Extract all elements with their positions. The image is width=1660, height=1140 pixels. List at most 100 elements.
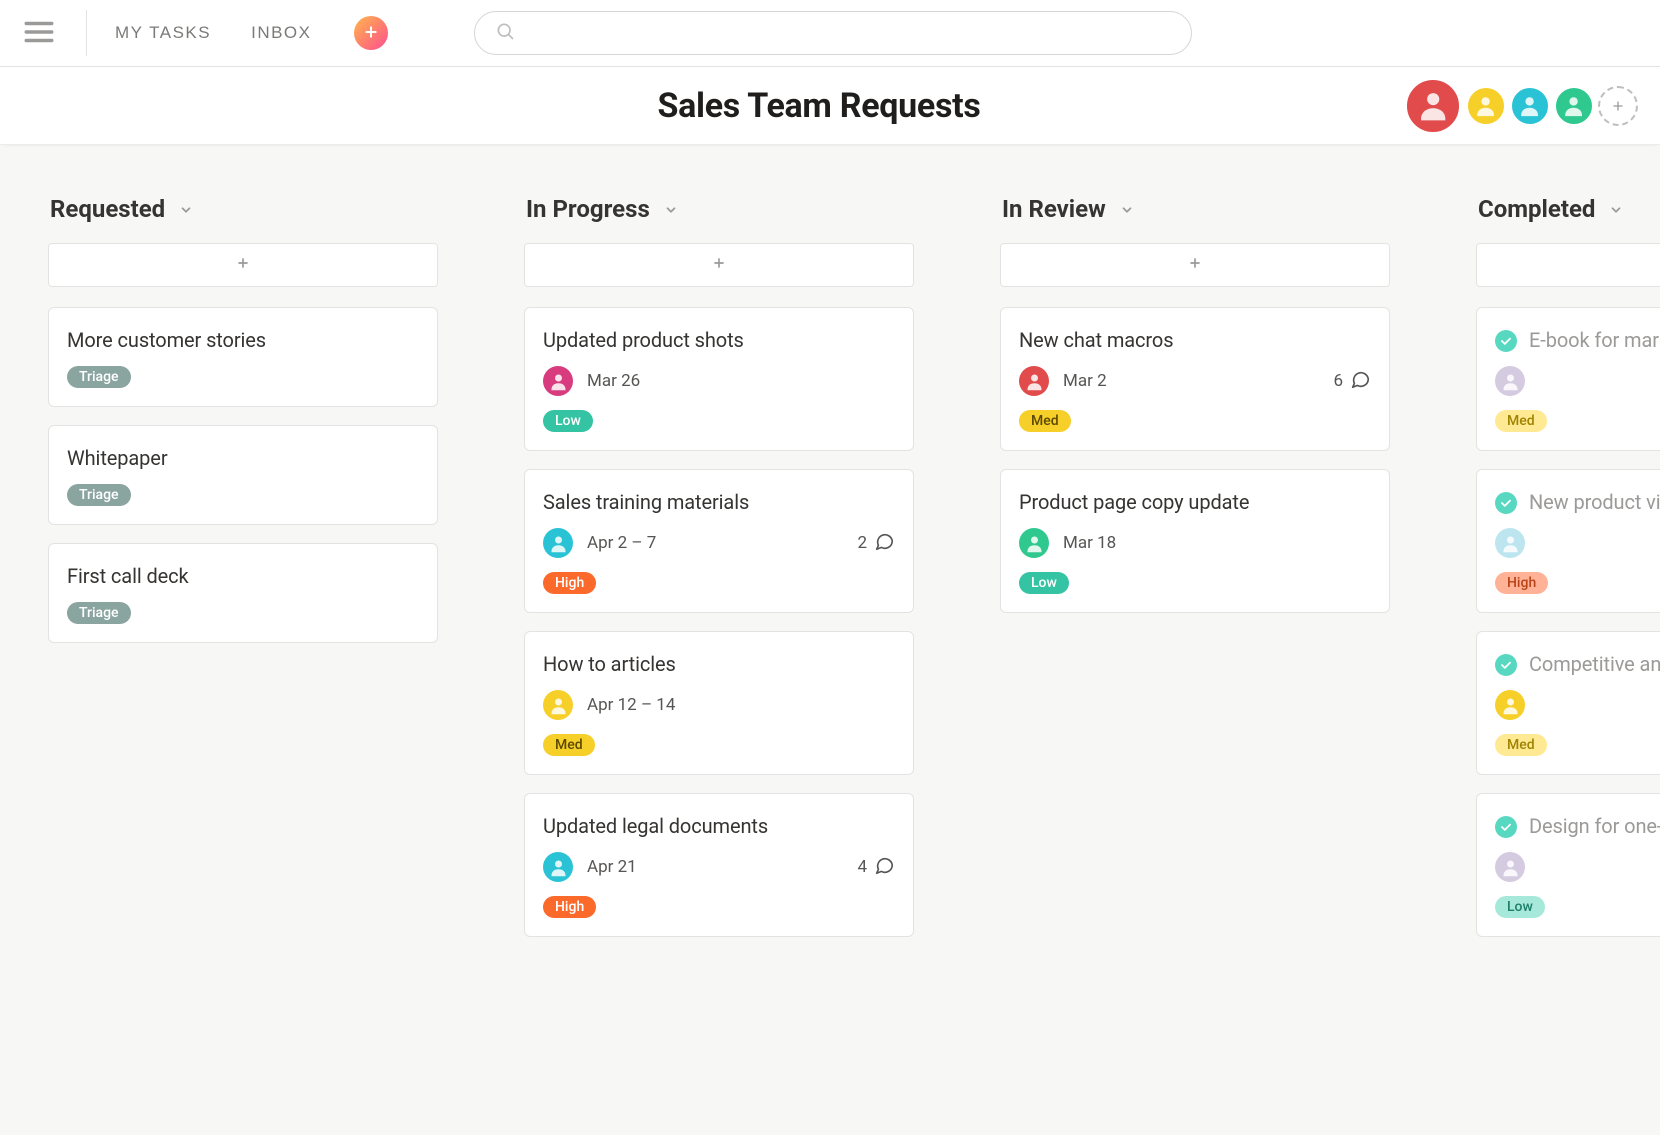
task-card[interactable]: Design for one-pager Low [1476, 793, 1660, 937]
search-input[interactable] [527, 22, 1171, 44]
board-column: RequestedMore customer storiesTriageWhit… [48, 195, 438, 661]
card-title: New product video [1529, 490, 1660, 514]
page-title: Sales Team Requests [0, 86, 1638, 126]
task-card[interactable]: Competitive analysisMed [1476, 631, 1660, 775]
comment-count[interactable]: 2 [857, 530, 895, 557]
add-member-button[interactable] [1598, 86, 1638, 126]
assignee-avatar[interactable] [1495, 366, 1525, 396]
comment-count-value: 4 [857, 857, 867, 877]
column-header[interactable]: Completed [1476, 195, 1660, 223]
column-header[interactable]: Requested [48, 195, 438, 223]
check-complete-icon [1495, 816, 1517, 838]
plus-icon [1187, 255, 1203, 275]
assignee-avatar[interactable] [543, 690, 573, 720]
priority-tag: Triage [67, 602, 131, 624]
search-icon [495, 21, 515, 45]
top-bar: MY TASKS INBOX [0, 0, 1660, 67]
priority-tag: Low [1495, 896, 1545, 918]
assignee-avatar[interactable] [1495, 528, 1525, 558]
priority-tag: High [1495, 572, 1548, 594]
board-column: In ProgressUpdated product shotsMar 26Lo… [524, 195, 914, 955]
comment-count[interactable]: 6 [1333, 368, 1371, 395]
add-card-button[interactable] [1000, 243, 1390, 287]
card-meta [1495, 690, 1660, 720]
assignee-avatar[interactable] [1495, 852, 1525, 882]
card-meta [1495, 528, 1660, 558]
global-create-button[interactable] [354, 16, 388, 50]
chevron-down-icon [1120, 195, 1134, 223]
hamburger-icon [22, 15, 56, 52]
card-meta: Apr 12 – 14 [543, 690, 895, 720]
plus-icon [711, 255, 727, 275]
card-meta: Mar 26 [1019, 366, 1371, 396]
kanban-board: RequestedMore customer storiesTriageWhit… [0, 145, 1660, 1135]
column-header[interactable]: In Progress [524, 195, 914, 223]
divider [86, 10, 87, 56]
task-card[interactable]: Updated product shotsMar 26Low [524, 307, 914, 451]
chevron-down-icon [664, 195, 678, 223]
member-avatar[interactable] [1554, 86, 1594, 126]
card-date: Apr 2 – 7 [587, 533, 656, 553]
plus-icon [235, 255, 251, 275]
column-title: In Review [1002, 195, 1106, 223]
card-meta: Apr 2 – 7 2 [543, 528, 895, 558]
page-header: Sales Team Requests [0, 67, 1660, 145]
member-avatar[interactable] [1404, 77, 1462, 135]
priority-tag: Triage [67, 484, 131, 506]
member-avatar[interactable] [1510, 86, 1550, 126]
priority-tag: High [543, 572, 596, 594]
check-complete-icon [1495, 492, 1517, 514]
task-card[interactable]: Product page copy update Mar 18 Low [1000, 469, 1390, 613]
nav-my-tasks[interactable]: MY TASKS [115, 23, 211, 43]
priority-tag: Low [543, 410, 593, 432]
card-date: Apr 21 [587, 857, 637, 877]
comment-count-value: 6 [1333, 371, 1343, 391]
card-meta: Mar 18 [1019, 528, 1371, 558]
hamburger-menu-button[interactable] [14, 8, 64, 58]
assignee-avatar[interactable] [543, 528, 573, 558]
task-card[interactable]: Sales training materialsApr 2 – 72High [524, 469, 914, 613]
task-card[interactable]: First call deckTriage [48, 543, 438, 643]
member-avatar[interactable] [1466, 86, 1506, 126]
add-card-button[interactable] [1476, 243, 1660, 287]
comment-count[interactable]: 4 [857, 854, 895, 881]
assignee-avatar[interactable] [1019, 366, 1049, 396]
card-title: Product page copy update [1019, 490, 1249, 514]
task-card[interactable]: New product video High [1476, 469, 1660, 613]
priority-tag: Med [1495, 410, 1547, 432]
card-title: More customer stories [67, 328, 266, 352]
task-card[interactable]: New chat macrosMar 26Med [1000, 307, 1390, 451]
column-header[interactable]: In Review [1000, 195, 1390, 223]
assignee-avatar[interactable] [1495, 690, 1525, 720]
card-title: How to articles [543, 652, 676, 676]
card-meta: Mar 26 [543, 366, 895, 396]
card-title: Whitepaper [67, 446, 168, 470]
plus-icon [363, 24, 379, 43]
priority-tag: High [543, 896, 596, 918]
card-meta [1495, 366, 1660, 396]
check-complete-icon [1495, 654, 1517, 676]
priority-tag: Triage [67, 366, 131, 388]
comment-icon [1349, 368, 1371, 395]
comment-count-value: 2 [857, 533, 867, 553]
priority-tag: Low [1019, 572, 1069, 594]
task-card[interactable]: E-book for marketingMed [1476, 307, 1660, 451]
assignee-avatar[interactable] [1019, 528, 1049, 558]
task-card[interactable]: Updated legal documentsApr 214High [524, 793, 914, 937]
assignee-avatar[interactable] [543, 852, 573, 882]
chevron-down-icon [179, 195, 193, 223]
column-title: Requested [50, 195, 165, 223]
nav-inbox[interactable]: INBOX [251, 23, 311, 43]
priority-tag: Med [1019, 410, 1071, 432]
card-meta [1495, 852, 1660, 882]
assignee-avatar[interactable] [543, 366, 573, 396]
check-complete-icon [1495, 330, 1517, 352]
card-title: Design for one-pager [1529, 814, 1660, 838]
add-card-button[interactable] [48, 243, 438, 287]
task-card[interactable]: How to articlesApr 12 – 14Med [524, 631, 914, 775]
card-title: Competitive analysis [1529, 652, 1660, 676]
global-search[interactable] [474, 11, 1192, 55]
add-card-button[interactable] [524, 243, 914, 287]
task-card[interactable]: More customer stories Triage [48, 307, 438, 407]
task-card[interactable]: Whitepaper Triage [48, 425, 438, 525]
